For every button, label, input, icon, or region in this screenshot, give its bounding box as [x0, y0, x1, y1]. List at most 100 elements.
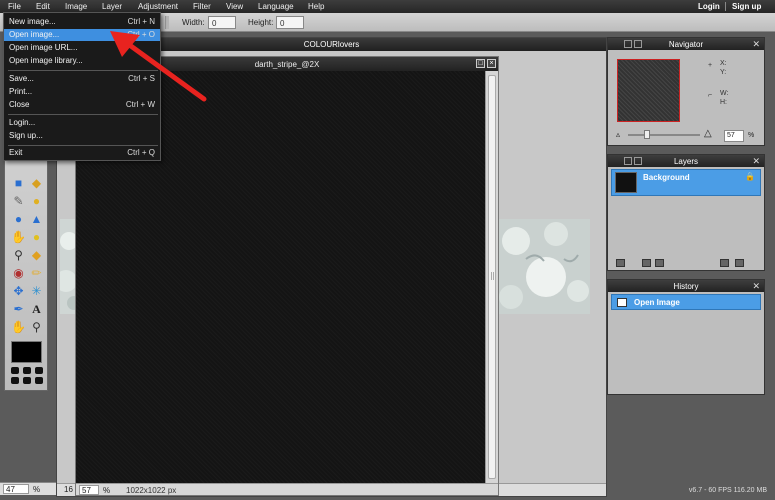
menu-layer[interactable]: Layer — [102, 2, 122, 11]
maximize-icon[interactable]: □ — [476, 59, 485, 68]
panel-header[interactable]: History ✕ — [608, 280, 764, 292]
document-icon — [617, 298, 627, 307]
collapse-icon[interactable] — [634, 40, 642, 48]
zoom-icon[interactable]: ⚲ — [28, 319, 45, 336]
y-label: Y: — [720, 69, 727, 76]
preset-icon[interactable] — [23, 367, 31, 374]
history-entry-label: Open Image — [634, 298, 680, 307]
zoom-in-icon[interactable]: △ — [704, 128, 712, 139]
preset-icon[interactable] — [35, 377, 43, 384]
trash-icon[interactable] — [735, 259, 744, 267]
minimize-icon[interactable] — [624, 157, 632, 165]
sponge-icon[interactable]: ● — [28, 229, 45, 246]
menu-item-label: Login... — [9, 118, 36, 127]
panel-header[interactable]: Layers ✕ — [608, 155, 764, 167]
navigator-zoom-input[interactable]: 57 — [724, 130, 744, 142]
lasso-icon[interactable]: ✎ — [10, 193, 27, 210]
color-swatch[interactable] — [11, 341, 42, 363]
zoom-magnifier-icon[interactable]: ⚲ — [10, 247, 27, 264]
close-icon[interactable]: ✕ — [752, 281, 760, 292]
zoom-unit: % — [33, 485, 41, 494]
menu-image[interactable]: Image — [65, 2, 87, 11]
move-icon[interactable]: ✥ — [10, 283, 27, 300]
menu-item-sign-up[interactable]: Sign up... — [4, 130, 160, 142]
background-doc-status: 47 % 16 — [0, 482, 73, 495]
width-input[interactable]: 0 — [208, 16, 236, 29]
login-link[interactable]: Login — [698, 2, 720, 11]
menu-item-label: Sign up... — [9, 131, 43, 140]
preset-icon[interactable] — [23, 377, 31, 384]
new-layer-icon[interactable] — [720, 259, 729, 267]
red-eye-icon[interactable]: ◉ — [10, 265, 27, 282]
menu-separator — [8, 145, 158, 146]
menu-item-label: Close — [9, 100, 30, 109]
close-icon[interactable]: ✕ — [752, 156, 760, 167]
history-entry[interactable]: Open Image — [611, 294, 761, 310]
menu-item-login[interactable]: Login... — [4, 117, 160, 129]
pinch-icon[interactable]: ✳ — [28, 283, 45, 300]
signup-link[interactable]: Sign up — [732, 2, 761, 11]
menu-filter[interactable]: Filter — [193, 2, 211, 11]
color-picker-icon[interactable]: ✒ — [10, 301, 27, 318]
status-text: 16 — [64, 485, 73, 494]
panel-title: History — [673, 282, 699, 291]
zoom-input[interactable]: 57 — [79, 485, 99, 495]
menu-separator — [8, 114, 158, 115]
layer-settings-icon[interactable] — [616, 259, 625, 267]
menu-item-label: Open image library... — [9, 56, 83, 65]
vertical-scrollbar[interactable] — [485, 71, 498, 483]
smudge-icon[interactable]: ✋ — [10, 229, 27, 246]
stamp-icon[interactable]: ● — [28, 193, 45, 210]
close-icon[interactable]: × — [487, 59, 496, 68]
layer-mask-icon[interactable] — [642, 259, 651, 267]
height-input[interactable]: 0 — [276, 16, 304, 29]
paint-bucket-icon[interactable]: ◆ — [28, 175, 45, 192]
hand-icon[interactable]: ✋ — [10, 319, 27, 336]
close-icon[interactable]: ✕ — [752, 39, 760, 50]
tools-panel: ■ ◆ ✎ ● ● ▲ ✋ ● ⚲ ◆ ◉ ✏ ✥ ✳ ✒ A ✋ ⚲ — [4, 150, 48, 391]
layer-row[interactable]: Background 🔒 — [611, 169, 761, 196]
menu-edit[interactable]: Edit — [36, 2, 50, 11]
scrollbar-thumb[interactable] — [488, 75, 496, 479]
sharpen-icon[interactable]: ▲ — [28, 211, 45, 228]
menu-item-label: Save... — [9, 74, 34, 83]
text-tool-icon[interactable]: A — [28, 301, 45, 318]
crosshair-icon: + — [708, 62, 713, 69]
menu-file[interactable]: File — [8, 2, 21, 11]
zoom-slider[interactable] — [628, 130, 700, 139]
x-label: X: — [720, 60, 727, 67]
collapse-icon[interactable] — [634, 157, 642, 165]
menu-adjustment[interactable]: Adjustment — [138, 2, 178, 11]
lock-icon[interactable]: 🔒 — [745, 172, 755, 181]
menu-item-label: Exit — [9, 148, 23, 157]
height-label: Height: — [248, 18, 274, 27]
menu-language[interactable]: Language — [258, 2, 294, 11]
preset-icon[interactable] — [35, 367, 43, 374]
zoom-out-icon[interactable]: ▵ — [616, 130, 620, 139]
h-label: H: — [720, 99, 727, 106]
w-label: W: — [720, 90, 729, 97]
zoom-unit: % — [103, 486, 111, 495]
tool-presets — [11, 367, 43, 385]
menu-item-exit[interactable]: Exit Ctrl + Q — [4, 147, 160, 159]
bloat-icon[interactable]: ◆ — [28, 247, 45, 264]
navigator-thumbnail[interactable] — [617, 59, 680, 122]
panel-header[interactable]: Navigator ✕ — [608, 38, 764, 50]
pencil-icon[interactable]: ✏ — [28, 265, 45, 282]
preset-icon[interactable] — [11, 367, 19, 374]
menu-item-shortcut: Ctrl + Q — [127, 148, 155, 157]
image-dimensions: 1022x1022 px — [126, 486, 177, 495]
layer-name: Background — [643, 173, 690, 182]
minimize-icon[interactable] — [624, 40, 632, 48]
zoom-input[interactable]: 47 — [3, 484, 29, 494]
layers-panel: Layers ✕ Background 🔒 — [607, 154, 765, 271]
slider-handle[interactable] — [644, 130, 650, 139]
layers-footer — [608, 257, 764, 270]
gradient-tool-icon[interactable]: ■ — [10, 175, 27, 192]
preset-icon[interactable] — [11, 377, 19, 384]
menu-help[interactable]: Help — [308, 2, 324, 11]
menu-view[interactable]: View — [226, 2, 243, 11]
floral-pattern-image — [496, 219, 590, 314]
layer-style-icon[interactable] — [655, 259, 664, 267]
blur-icon[interactable]: ● — [10, 211, 27, 228]
